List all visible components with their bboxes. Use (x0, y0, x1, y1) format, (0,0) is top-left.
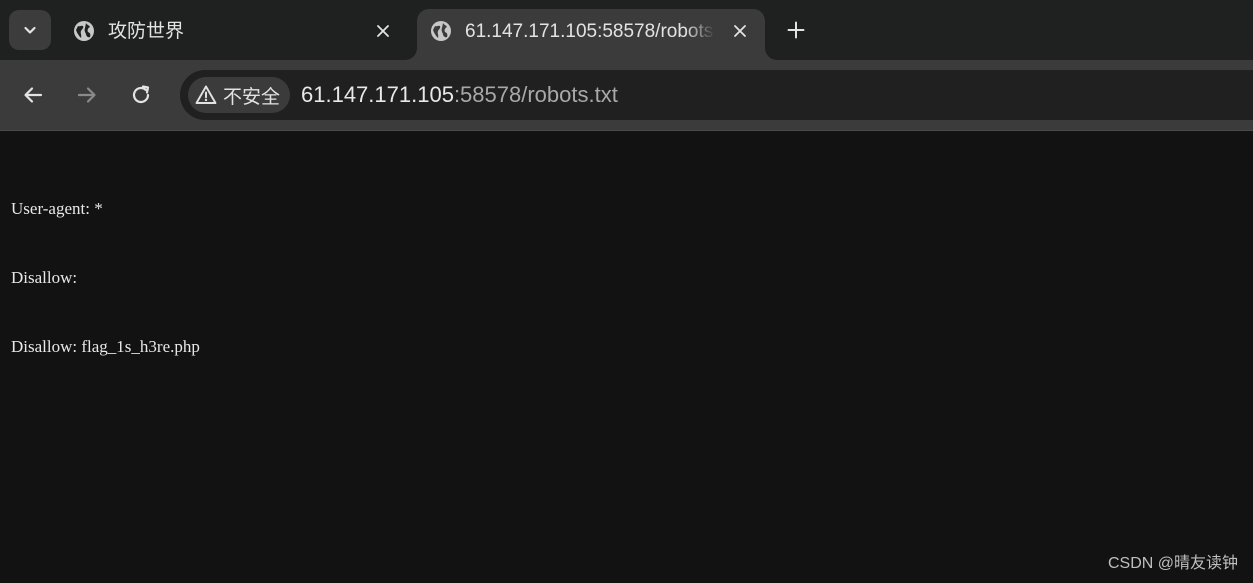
close-icon[interactable] (372, 20, 394, 42)
url-text[interactable]: 61.147.171.105:58578/robots.txt (301, 82, 618, 108)
reload-button[interactable] (123, 77, 159, 113)
forward-button[interactable] (69, 77, 105, 113)
globe-icon (73, 20, 95, 42)
tab-title: 61.147.171.105:58578/robots.txt (465, 21, 715, 42)
tab-robots-txt[interactable]: 61.147.171.105:58578/robots.txt (417, 9, 765, 60)
url-path: :58578/robots.txt (453, 82, 618, 107)
text-line: Disallow: flag_1s_h3re.php (11, 337, 200, 356)
text-line: User-agent: * (11, 199, 103, 218)
url-host: 61.147.171.105 (301, 82, 454, 107)
watermark: CSDN @晴友读钟 (1107, 555, 1238, 572)
tab-title: 攻防世界 (108, 21, 185, 42)
security-chip[interactable]: 不安全 (188, 77, 290, 113)
reload-icon (132, 85, 150, 104)
tab-gongfang[interactable]: 攻防世界 (60, 9, 408, 60)
tab-search-button[interactable] (9, 10, 51, 50)
plus-icon (787, 21, 805, 39)
address-bar[interactable]: 不安全 61.147.171.105:58578/robots.txt (180, 70, 1253, 120)
chevron-down-icon (24, 26, 36, 34)
browser-window: 攻防世界 61.147.171.105:58578/robots.txt 不安全… (0, 0, 1253, 583)
toolbar: 不安全 61.147.171.105:58578/robots.txt (0, 60, 1253, 130)
text-line: Disallow: (11, 268, 78, 287)
tab-strip: 攻防世界 61.147.171.105:58578/robots.txt (0, 0, 1253, 60)
warning-icon (195, 84, 217, 106)
globe-icon (430, 20, 452, 42)
back-button[interactable] (15, 77, 51, 113)
toolbar-divider (0, 130, 1253, 131)
new-tab-button[interactable] (782, 16, 810, 44)
arrow-right-icon (77, 87, 96, 103)
robots-txt-content: User-agent: * Disallow: Disallow: flag_1… (11, 151, 200, 404)
arrow-left-icon (24, 87, 43, 103)
close-icon[interactable] (729, 20, 751, 42)
security-label: 不安全 (223, 86, 281, 108)
